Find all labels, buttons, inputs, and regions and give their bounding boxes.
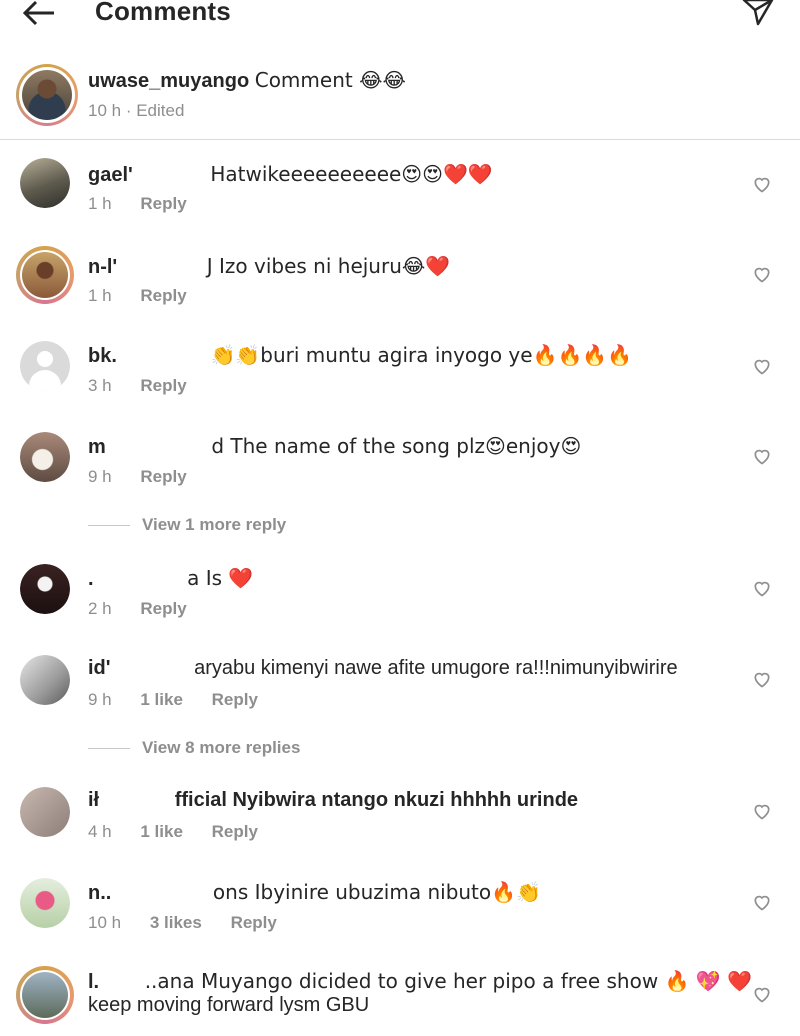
like-count[interactable]: 1 like [140, 822, 183, 841]
like-heart-icon[interactable] [752, 984, 772, 1004]
divider [88, 525, 130, 527]
reply-button[interactable]: Reply [212, 690, 258, 709]
like-heart-icon[interactable] [752, 174, 772, 194]
comment-meta: 1 h Reply [88, 194, 211, 214]
header-bar: Comments [0, 0, 800, 40]
avatar[interactable] [20, 655, 70, 705]
avatar[interactable] [20, 432, 70, 482]
reply-button[interactable]: Reply [140, 599, 186, 618]
like-heart-icon[interactable] [752, 578, 772, 598]
comment-text: gael' Hatwikeeeeeeeeee😍😍❤️❤️ [88, 162, 493, 187]
view-more-replies-button[interactable]: View 1 more reply [88, 515, 286, 535]
caption-username[interactable]: uwase_muyango [88, 70, 249, 92]
like-heart-icon[interactable] [752, 356, 772, 376]
comment-username[interactable]: n-l' [88, 256, 117, 278]
comment-time: 3 h [88, 376, 112, 395]
like-heart-icon[interactable] [752, 264, 772, 284]
caption-time: 10 h [88, 101, 122, 120]
reply-button[interactable]: Reply [140, 376, 186, 395]
comment-body: aryabu kimenyi nawe afite umugore ra!!!n… [194, 657, 678, 679]
comment-time: 9 h [88, 467, 112, 486]
reply-button[interactable]: Reply [140, 467, 186, 486]
reply-button[interactable]: Reply [140, 194, 186, 213]
comment-meta: 9 h Reply [88, 467, 211, 487]
comment-meta: 3 h Reply [88, 376, 211, 396]
comment-text: m d The name of the song plz😍enjoy😍 [88, 434, 581, 459]
comment-body: Hatwikeeeeeeeeee😍😍❤️❤️ [210, 162, 493, 186]
comment-body: ..ana Muyango dicided to give her pipo a… [144, 969, 752, 993]
back-arrow-icon[interactable] [22, 0, 56, 28]
view-more-replies-button[interactable]: View 8 more replies [88, 738, 300, 758]
comment-username[interactable]: ił [88, 789, 99, 811]
comment-time: 4 h [88, 822, 112, 841]
comment-text: bk. 👏👏buri muntu agira inyogo ye🔥🔥🔥🔥 [88, 343, 632, 368]
reply-button[interactable]: Reply [212, 822, 258, 841]
comment-time: 10 h [88, 913, 122, 932]
caption-body: Comment 😂😂 [254, 68, 406, 92]
caption-text: uwase_muyango Comment 😂😂 [88, 68, 406, 93]
divider [0, 139, 800, 140]
caption-avatar[interactable] [16, 64, 78, 126]
paper-plane-icon[interactable] [740, 0, 776, 26]
comment-username[interactable]: . [88, 568, 94, 590]
avatar[interactable] [20, 341, 70, 391]
comment-meta: 4 h 1 like Reply [88, 822, 282, 842]
caption-edited: · Edited [125, 101, 185, 120]
reply-button[interactable]: Reply [140, 286, 186, 305]
avatar[interactable] [16, 246, 74, 304]
page-title: Comments [95, 0, 231, 26]
comment-time: 1 h [88, 286, 112, 305]
comment-text: l. ..ana Muyango dicided to give her pip… [88, 969, 752, 994]
like-count[interactable]: 1 like [140, 690, 183, 709]
caption-meta: 10 h · Edited [88, 101, 184, 121]
avatar[interactable] [20, 787, 70, 837]
like-heart-icon[interactable] [752, 892, 772, 912]
comment-text: id' aryabu kimenyi nawe afite umugore ra… [88, 657, 678, 680]
comment-text: n.. ons Ibyinire ubuzima nibuto🔥👏 [88, 880, 541, 905]
like-heart-icon[interactable] [752, 801, 772, 821]
like-heart-icon[interactable] [752, 669, 772, 689]
reply-button[interactable]: Reply [231, 913, 277, 932]
comment-body: J Izo vibes ni hejuru😂❤️ [206, 254, 451, 278]
comment-meta: 9 h 1 like Reply [88, 690, 282, 710]
avatar[interactable] [20, 878, 70, 928]
comment-body: fficial Nyibwira ntango nkuzi hhhhh urin… [174, 789, 579, 811]
divider [88, 748, 130, 750]
comment-body: ons Ibyinire ubuzima nibuto🔥👏 [212, 880, 541, 904]
comment-body-line2: keep moving forward lysm GBU [88, 994, 370, 1016]
comment-meta: 2 h Reply [88, 599, 211, 619]
comment-username[interactable]: n.. [88, 882, 111, 904]
comment-time: 9 h [88, 690, 112, 709]
comment-meta: 1 h Reply [88, 286, 211, 306]
comment-time: 1 h [88, 194, 112, 213]
like-heart-icon[interactable] [752, 446, 772, 466]
comment-text: ił fficial Nyibwira ntango nkuzi hhhhh u… [88, 789, 578, 812]
like-count[interactable]: 3 likes [150, 913, 202, 932]
avatar[interactable] [16, 966, 74, 1024]
avatar[interactable] [20, 564, 70, 614]
comment-body: d The name of the song plz😍enjoy😍 [211, 434, 582, 458]
comment-username[interactable]: gael' [88, 164, 133, 186]
comment-username[interactable]: m [88, 436, 106, 458]
comment-body: 👏👏buri muntu agira inyogo ye🔥🔥🔥🔥 [210, 343, 633, 367]
comment-body: a Is ❤️ [187, 566, 254, 590]
comment-meta: 10 h 3 likes Reply [88, 913, 301, 933]
comment-username[interactable]: l. [88, 971, 99, 993]
comment-text: . a Is ❤️ [88, 566, 253, 591]
avatar[interactable] [20, 158, 70, 208]
comment-text: n-l' J Izo vibes ni hejuru😂❤️ [88, 254, 450, 279]
comment-username[interactable]: id' [88, 657, 111, 679]
comment-time: 2 h [88, 599, 112, 618]
comment-username[interactable]: bk. [88, 345, 117, 367]
